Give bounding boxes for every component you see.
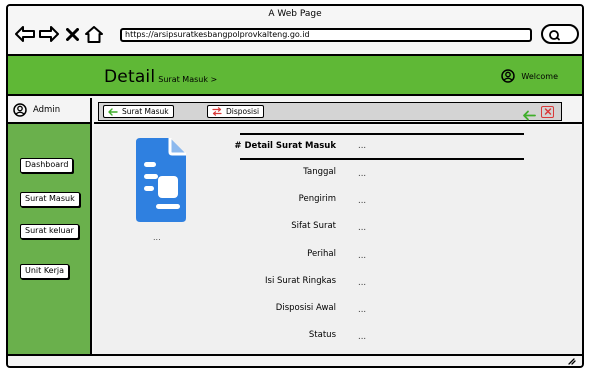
close-icon[interactable]	[541, 106, 554, 118]
field-value-sifat-surat: ...	[358, 223, 367, 233]
divider	[240, 158, 524, 160]
field-label-isi-surat-ringkas: Isi Surat Ringkas	[265, 276, 336, 286]
disposisi-button[interactable]: Disposisi	[207, 105, 265, 118]
document-caption: ...	[153, 233, 161, 242]
sidebar-user-label: Admin	[33, 105, 61, 115]
field-value-pengirim: ...	[358, 196, 367, 206]
content-toolbar: Surat Masuk Disposisi	[94, 98, 582, 124]
arrow-left-icon	[108, 107, 118, 116]
window-title: A Web Page	[268, 9, 322, 19]
action-bar: Surat Masuk Disposisi	[98, 102, 562, 121]
field-label-tanggal: Tanggal	[303, 167, 336, 177]
document-icon	[136, 138, 186, 222]
welcome-user[interactable]: Welcome	[501, 69, 558, 83]
field-label-disposisi-awal: Disposisi Awal	[275, 303, 336, 313]
resize-grip-icon[interactable]	[566, 357, 576, 365]
browser-toolbar: A Web Page https://arsipsuratkesbangpolp…	[8, 6, 582, 56]
browser-window: A Web Page https://arsipsuratkesbangpolp…	[6, 4, 584, 368]
detail-heading: # Detail Surat Masuk	[234, 141, 336, 151]
disposisi-button-label: Disposisi	[226, 106, 260, 116]
close-x-icon[interactable]	[64, 23, 80, 45]
field-value-isi-surat-ringkas: ...	[358, 278, 367, 288]
sidebar: Dashboard Surat Masuk Surat keluar Unit …	[8, 124, 92, 360]
sidebar-item-surat-keluar[interactable]: Surat keluar	[20, 224, 79, 239]
welcome-label: Welcome	[521, 71, 558, 81]
detail-heading-value: ...	[358, 141, 367, 151]
page-title-text: Detail	[104, 67, 156, 87]
field-label-perihal: Perihal	[307, 249, 336, 259]
divider	[240, 133, 524, 135]
app-header: Detail Surat Masuk > Welcome	[8, 56, 582, 96]
forward-arrow-icon[interactable]	[38, 23, 60, 45]
sidebar-item-dashboard[interactable]: Dashboard	[20, 158, 74, 173]
user-avatar-icon	[501, 69, 516, 83]
field-value-disposisi-awal: ...	[358, 305, 367, 315]
breadcrumb: Surat Masuk >	[158, 75, 218, 84]
search-button[interactable]	[541, 24, 579, 44]
surat-masuk-button-label: Surat Masuk	[122, 106, 169, 116]
field-value-perihal: ...	[358, 251, 367, 261]
home-icon[interactable]	[84, 23, 104, 45]
field-value-status: ...	[358, 332, 367, 342]
back-arrow-icon[interactable]	[14, 23, 36, 45]
url-input[interactable]: https://arsipsuratkesbangpolprovkalteng.…	[120, 28, 532, 42]
sidebar-item-unit-kerja[interactable]: Unit Kerja	[20, 264, 70, 279]
field-label-pengirim: Pengirim	[298, 194, 336, 204]
status-bar	[8, 354, 582, 366]
back-arrow-icon[interactable]	[522, 106, 536, 125]
sidebar-user[interactable]: Admin	[8, 98, 92, 124]
swap-arrows-icon	[212, 107, 222, 116]
sidebar-item-surat-masuk[interactable]: Surat Masuk	[20, 192, 80, 207]
user-avatar-icon	[13, 103, 27, 117]
field-label-status: Status	[308, 330, 336, 340]
surat-masuk-button[interactable]: Surat Masuk	[103, 105, 174, 118]
field-value-tanggal: ...	[358, 169, 367, 179]
search-icon	[549, 30, 560, 41]
page-title: Detail Surat Masuk >	[104, 67, 217, 87]
field-label-sifat-surat: Sifat Surat	[291, 221, 336, 231]
